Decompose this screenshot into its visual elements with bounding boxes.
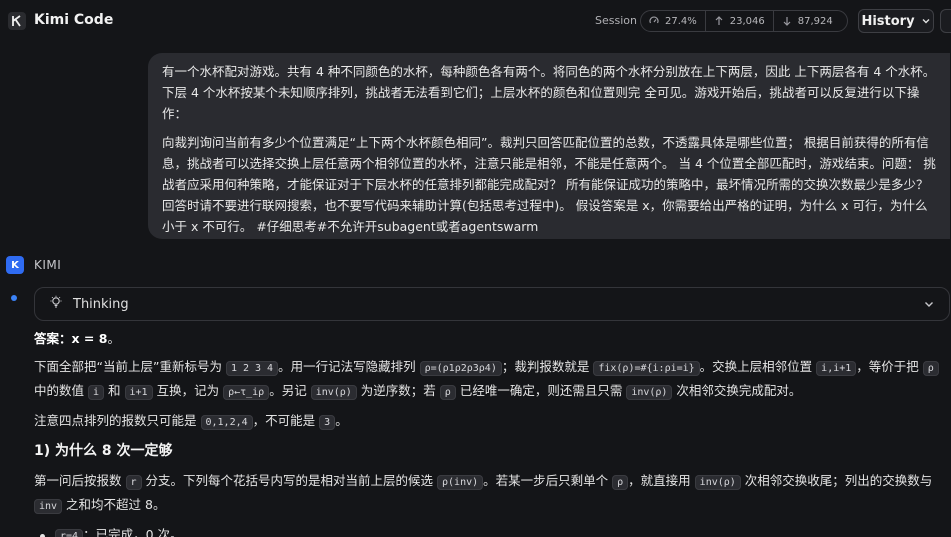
top-bar: Kimi Code Session 27.4% 23,046 87,924 Hi…	[0, 0, 951, 42]
inline-code: ρ	[612, 475, 629, 490]
answer-paragraph: 下面全部把“当前上层”重新标号为 1 2 3 4 。用一行记法写隐藏排列 ρ=(ρ…	[34, 356, 944, 404]
text: 。	[335, 413, 348, 428]
inline-code: inv(ρ)	[626, 385, 673, 400]
history-button[interactable]: History	[858, 9, 934, 33]
inline-code: ρ=(ρ1ρ2ρ3ρ4)	[419, 361, 502, 376]
assistant-name: KIMI	[34, 258, 62, 272]
output-tokens-value: 87,924	[797, 15, 833, 27]
inline-code: r=4	[55, 529, 84, 537]
assistant-answer: 答案：x = 8。 下面全部把“当前上层”重新标号为 1 2 3 4 。用一行记法…	[34, 328, 944, 537]
text: 。交换上层相邻位置	[699, 359, 813, 374]
text: 注意四点排列的报数只可能是	[34, 413, 197, 428]
inline-code: 0,1,2,4	[200, 415, 253, 430]
input-tokens-stat: 23,046	[704, 11, 773, 31]
user-message-paragraph: 有一个水杯配对游戏。共有 4 种不同颜色的水杯，每种颜色各有两个。将同色的两个水…	[162, 64, 936, 121]
chevron-down-icon	[922, 19, 930, 24]
inline-code: i	[88, 385, 105, 400]
arrow-down-icon	[783, 17, 791, 26]
lightbulb-icon	[49, 295, 63, 313]
text: 已经唯一确定，则还需且只需	[459, 383, 623, 398]
chevron-down-icon	[923, 298, 935, 314]
text: 。若某一步后只剩单个	[483, 473, 609, 488]
assistant-avatar: K	[6, 256, 24, 274]
text: 。另记	[269, 383, 307, 398]
inline-code: 3	[319, 415, 336, 430]
inline-code: fix(ρ)=#{i:ρi=i}	[593, 361, 700, 376]
session-label: Session	[595, 14, 637, 27]
more-button[interactable]	[940, 9, 951, 33]
section-heading: 1) 为什么 8 次一定够	[34, 443, 173, 459]
answer-value: x = 8	[71, 331, 108, 346]
text: 之和均不超过 8。	[66, 497, 166, 512]
answer-line: 答案：x = 8。	[34, 328, 944, 350]
inline-code: inv(ρ)	[694, 475, 741, 490]
text: 。用一行记法写隐藏排列	[278, 359, 416, 374]
text: 下面全部把“当前上层”重新标号为	[34, 359, 222, 374]
user-message-paragraph: 向裁判询问当前有多少个位置满足“上下两个水杯颜色相同”。裁判只回答匹配位置的总数…	[162, 135, 936, 234]
output-tokens-stat: 87,924	[772, 11, 841, 31]
thinking-label: Thinking	[73, 296, 129, 312]
answer-suffix: 。	[107, 331, 120, 346]
inline-code: ρ	[922, 361, 939, 376]
inline-code: i+1	[124, 385, 153, 400]
user-message: 有一个水杯配对游戏。共有 4 种不同颜色的水杯，每种颜色各有两个。将同色的两个水…	[148, 53, 950, 239]
inline-code: ρ(inv)	[437, 475, 484, 490]
inline-code: 1 2 3 4	[225, 361, 279, 376]
history-label: History	[861, 13, 915, 29]
text: ；裁判报数就是	[501, 359, 590, 374]
inline-code: ρ	[439, 385, 456, 400]
text: 次相邻交换完成配对。	[676, 383, 802, 398]
kimi-logo-icon	[8, 12, 26, 30]
text: ，就直接用	[628, 473, 691, 488]
arrow-up-icon	[715, 16, 723, 25]
text: ，等价于把	[856, 359, 919, 374]
list-item: r=4 ：已完成，0 次。	[34, 524, 944, 537]
input-tokens-value: 23,046	[729, 15, 765, 27]
text: ，不可能是	[252, 413, 316, 428]
inline-code: ρ←τ_iρ	[223, 385, 270, 400]
app-title: Kimi Code	[34, 12, 114, 28]
text: 分支。下列每个花括号内写的是相对当前上层的候选	[145, 473, 434, 488]
session-stats: 27.4% 23,046 87,924	[640, 10, 848, 32]
assistant-header: K KIMI	[6, 256, 61, 274]
answer-prefix: 答案：	[34, 331, 72, 346]
text: 次相邻交换收尾；列出的交换数与	[744, 473, 933, 488]
thinking-toggle[interactable]: Thinking	[34, 287, 950, 321]
answer-paragraph: 注意四点排列的报数只可能是 0,1,2,4 ，不可能是 3。	[34, 410, 944, 434]
text: 为逆序数；若	[360, 383, 436, 398]
bullet-dot	[40, 533, 45, 537]
inline-code: i,i+1	[816, 361, 857, 376]
text: 和	[108, 383, 121, 398]
usage-value: 27.4%	[665, 15, 697, 27]
gauge-icon	[649, 16, 659, 24]
inline-code: inv	[34, 499, 63, 514]
message-status-dot	[11, 295, 17, 301]
answer-paragraph: 第一问后按报数 r 分支。下列每个花括号内写的是相对当前上层的候选 ρ(inv)…	[34, 470, 944, 518]
text: ：已完成，0 次。	[83, 527, 183, 537]
list-item-content: r=4 ：已完成，0 次。	[55, 524, 183, 537]
usage-stat: 27.4%	[641, 11, 705, 31]
inline-code: inv(ρ)	[310, 385, 357, 400]
inline-code: r	[125, 475, 142, 490]
text: 中的数值	[34, 383, 85, 398]
text: 第一问后按报数	[34, 473, 122, 488]
text: 互换，记为	[156, 383, 220, 398]
